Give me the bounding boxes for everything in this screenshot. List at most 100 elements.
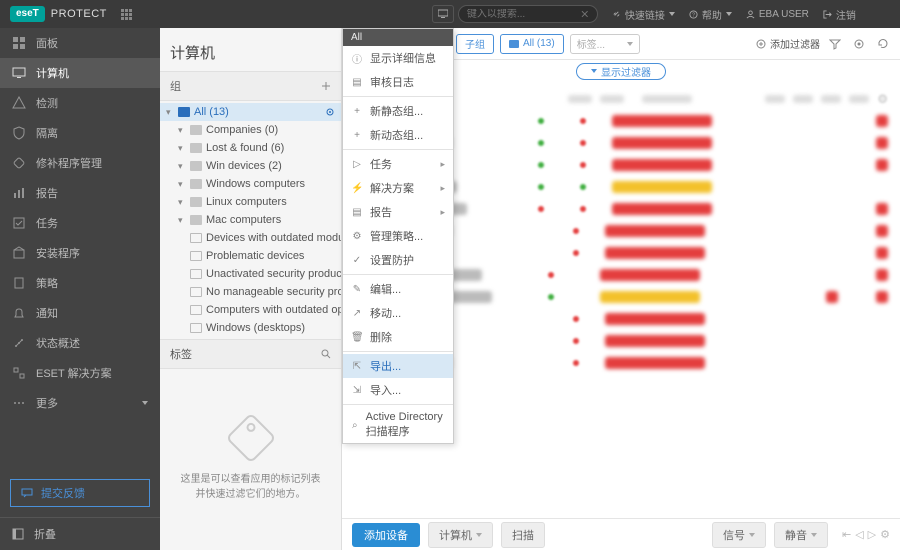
tree-item[interactable]: ▾Linux computers (160, 193, 341, 211)
page-next-icon[interactable]: ▷ (868, 528, 876, 541)
menu-ad-scanner[interactable]: ⌕Active Directory 扫描程序 (343, 407, 453, 443)
tree-item[interactable]: Unactivated security product (160, 265, 341, 283)
menu-new-dynamic-group[interactable]: +新动态组... (343, 123, 453, 147)
add-filter-button[interactable]: 添加过滤器 (756, 36, 820, 51)
export-icon: ⇱ (351, 361, 363, 372)
chevron-down-icon (627, 42, 633, 46)
show-filter-chip[interactable]: 显示过滤器 (576, 63, 666, 80)
brand-name: PROTECT (51, 8, 107, 20)
sidebar-item-reports[interactable]: 报告 (0, 178, 160, 208)
search-input[interactable] (467, 9, 582, 20)
tree-item[interactable]: Problematic devices (160, 247, 341, 265)
menu-export[interactable]: ⇱导出... (343, 354, 453, 378)
all-chip[interactable]: All (13) (500, 34, 564, 54)
tree-item[interactable]: ▾Mac computers (160, 211, 341, 229)
menu-delete[interactable]: 🗑删除 (343, 325, 453, 349)
signal-button[interactable]: 信号 (712, 522, 766, 548)
sidebar-item-more[interactable]: 更多 (0, 388, 160, 418)
tree-item[interactable]: Devices with outdated modules (160, 229, 341, 247)
folder-icon (509, 40, 519, 48)
app-switcher-icon[interactable] (121, 9, 132, 20)
sidebar-item-installers[interactable]: 安装程序 (0, 238, 160, 268)
page-first-icon[interactable]: ⇤ (842, 528, 851, 541)
sidebar-item-policies[interactable]: 策略 (0, 268, 160, 298)
gear-icon[interactable] (850, 35, 868, 53)
menu-set-protection[interactable]: ✓设置防护 (343, 248, 453, 272)
bolt-icon: ⚡ (351, 183, 363, 194)
feedback-icon (21, 487, 33, 499)
tree-root-all[interactable]: ▾All (13) (160, 103, 341, 121)
quick-links[interactable]: 快速链接 (612, 7, 675, 22)
search-icon[interactable] (321, 349, 331, 359)
clear-icon[interactable] (581, 10, 589, 18)
info-icon: ⓘ (351, 51, 363, 66)
scan-button[interactable]: 扫描 (501, 522, 545, 548)
report-icon: ▤ (351, 207, 363, 218)
menu-audit-log[interactable]: ▤审核日志 (343, 70, 453, 94)
menu-new-static-group[interactable]: +新静态组... (343, 99, 453, 123)
collapse-icon (12, 528, 24, 540)
sidebar-item-solutions[interactable]: ESET 解决方案 (0, 358, 160, 388)
group-tree: ▾All (13) ▾Companies (0) ▾Lost & found (… (160, 101, 341, 339)
sidebar-item-patch[interactable]: 修补程序管理 (0, 148, 160, 178)
tree-item[interactable]: No manageable security product (160, 283, 341, 301)
help-menu[interactable]: ? 帮助 (689, 7, 732, 22)
chevron-down-icon (591, 69, 597, 73)
warning-icon (12, 96, 26, 110)
tree-item[interactable]: ▾Lost & found (6) (160, 139, 341, 157)
menu-move[interactable]: ↗移动... (343, 301, 453, 325)
dashboard-icon (12, 36, 26, 50)
page-title: 计算机 (160, 28, 341, 71)
status-icon (12, 336, 26, 350)
sidebar-item-detections[interactable]: 检测 (0, 88, 160, 118)
menu-solutions[interactable]: ⚡解决方案▸ (343, 176, 453, 200)
dynamic-group-icon (190, 251, 202, 261)
page-prev-icon[interactable]: ◁ (855, 528, 863, 541)
sidebar-item-quarantine[interactable]: 隔离 (0, 118, 160, 148)
logo: eseT (10, 6, 45, 22)
sidebar-item-computers[interactable]: 计算机 (0, 58, 160, 88)
tree-item[interactable]: ▾Win devices (2) (160, 157, 341, 175)
task-icon (12, 216, 26, 230)
chevron-down-icon (669, 12, 675, 16)
log-icon: ▤ (351, 77, 363, 88)
menu-show-details[interactable]: ⓘ显示详细信息 (343, 46, 453, 70)
chevron-right-icon: ▸ (440, 207, 445, 218)
mute-button[interactable]: 静音 (774, 522, 828, 548)
sidebar-item-dashboard[interactable]: 面板 (0, 28, 160, 58)
tree-item[interactable]: ▾Windows computers (160, 175, 341, 193)
chevron-down-icon (811, 533, 817, 537)
menu-import[interactable]: ⇲导入... (343, 378, 453, 402)
gear-icon[interactable]: ⚙ (877, 92, 888, 106)
user-menu[interactable]: EBA USER (746, 9, 809, 20)
menu-reports[interactable]: ▤报告▸ (343, 200, 453, 224)
add-group-icon[interactable] (321, 81, 331, 91)
gear-icon[interactable] (325, 107, 335, 117)
tree-item[interactable]: ▾Companies (0) (160, 121, 341, 139)
refresh-icon[interactable] (874, 35, 892, 53)
sidebar-item-notifications[interactable]: 通知 (0, 298, 160, 328)
submit-feedback-button[interactable]: 提交反馈 (10, 479, 150, 507)
sidebar-item-status[interactable]: 状态概述 (0, 328, 160, 358)
sidebar-item-tasks[interactable]: 任务 (0, 208, 160, 238)
tree-item[interactable]: Computers with outdated operating s... (160, 301, 341, 319)
tree-item[interactable]: Windows (desktops) (160, 319, 341, 337)
collapse-sidebar-button[interactable]: 折叠 (0, 517, 160, 550)
computers-button[interactable]: 计算机 (428, 522, 493, 548)
add-device-button[interactable]: 添加设备 (352, 523, 420, 547)
logout-button[interactable]: 注销 (823, 7, 856, 22)
menu-tasks[interactable]: ▷任务▸ (343, 152, 453, 176)
tags-select[interactable]: 标签... (570, 34, 640, 54)
menu-edit[interactable]: ✎编辑... (343, 277, 453, 301)
page-settings-icon[interactable]: ⚙ (880, 528, 890, 541)
more-icon (12, 396, 26, 410)
move-icon: ↗ (351, 308, 363, 319)
shield-icon (12, 126, 26, 140)
chevron-down-icon (476, 533, 482, 537)
menu-manage-policies[interactable]: ⚙管理策略... (343, 224, 453, 248)
global-search[interactable] (458, 5, 598, 23)
chevron-right-icon: ▸ (440, 183, 445, 194)
computer-filter-icon[interactable] (432, 5, 454, 23)
subgroup-chip[interactable]: 子组 (456, 34, 494, 54)
filter-funnel-icon[interactable] (826, 35, 844, 53)
